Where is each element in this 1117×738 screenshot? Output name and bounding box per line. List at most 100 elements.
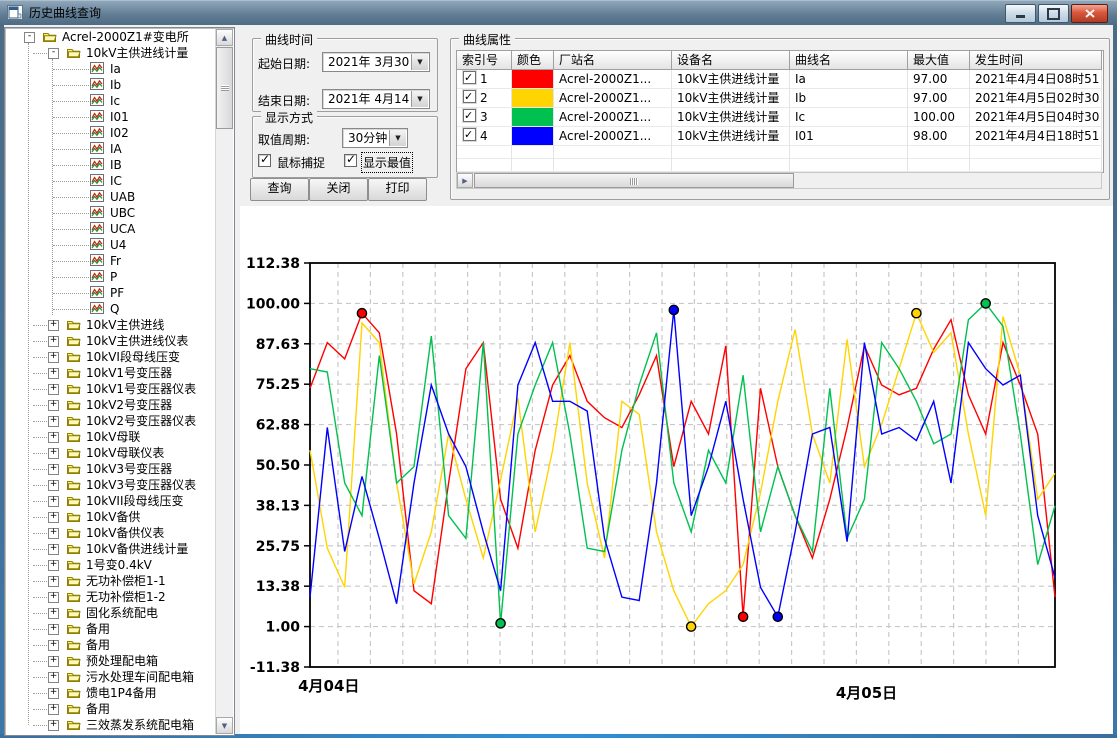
- tree-expand-toggle[interactable]: +: [48, 656, 59, 667]
- column-header[interactable]: 颜色: [512, 51, 554, 70]
- scroll-right-arrow-icon[interactable]: ▶: [457, 173, 473, 188]
- print-button[interactable]: 打印: [368, 178, 427, 201]
- tree-expand-toggle[interactable]: +: [48, 560, 59, 571]
- tree-expand-toggle[interactable]: -: [48, 48, 59, 59]
- tree-node[interactable]: +10kV备供进线计量: [6, 541, 216, 557]
- table-row[interactable]: 4Acrel-2000Z1...10kV主供进线计量I0198.002021年4…: [457, 127, 1103, 146]
- tree-node[interactable]: +10kV备供: [6, 509, 216, 525]
- column-header[interactable]: 设备名: [672, 51, 790, 70]
- column-header[interactable]: 厂站名: [554, 51, 672, 70]
- minimize-button[interactable]: [1005, 4, 1036, 23]
- tree-expand-toggle[interactable]: +: [48, 544, 59, 555]
- tree-node[interactable]: +固化系统配电: [6, 605, 216, 621]
- tree-expand-toggle[interactable]: +: [48, 352, 59, 363]
- mouse-capture-checkbox[interactable]: [258, 154, 271, 167]
- tree-expand-toggle[interactable]: +: [48, 368, 59, 379]
- tree-expand-toggle[interactable]: +: [48, 464, 59, 475]
- row-checkbox[interactable]: [463, 71, 476, 84]
- row-checkbox[interactable]: [463, 109, 476, 122]
- tree-node[interactable]: UAB: [6, 189, 216, 205]
- tree-node[interactable]: Ia: [6, 61, 216, 77]
- tree-vertical-scrollbar[interactable]: ▲ ▼: [215, 29, 233, 734]
- column-header[interactable]: 最大值: [908, 51, 970, 70]
- tree-expand-toggle[interactable]: +: [48, 320, 59, 331]
- tree-expand-toggle[interactable]: +: [48, 672, 59, 683]
- tree-node[interactable]: +污水处理车间配电箱: [6, 669, 216, 685]
- tree-node[interactable]: U4: [6, 237, 216, 253]
- tree-node[interactable]: +备用: [6, 701, 216, 717]
- tree-node[interactable]: UBC: [6, 205, 216, 221]
- device-tree[interactable]: -Acrel-2000Z1#变电所-10kV主供进线计量IaIbIcI01I02…: [6, 29, 216, 734]
- tree-node[interactable]: I02: [6, 125, 216, 141]
- tree-node[interactable]: +无功补偿柜1-1: [6, 573, 216, 589]
- tree-node[interactable]: +10kV主供进线仪表: [6, 333, 216, 349]
- table-scrollbar-thumb[interactable]: [474, 173, 794, 188]
- tree-expand-toggle[interactable]: +: [48, 592, 59, 603]
- tree-expand-toggle[interactable]: +: [48, 384, 59, 395]
- tree-expand-toggle[interactable]: +: [48, 528, 59, 539]
- tree-node[interactable]: +10kV1号变压器仪表: [6, 381, 216, 397]
- tree-expand-toggle[interactable]: +: [48, 480, 59, 491]
- show-extremes-checkbox[interactable]: [344, 154, 357, 167]
- tree-node[interactable]: IC: [6, 173, 216, 189]
- tree-node[interactable]: +无功补偿柜1-2: [6, 589, 216, 605]
- scroll-down-arrow-icon[interactable]: ▼: [216, 717, 233, 734]
- tree-expand-toggle[interactable]: +: [48, 608, 59, 619]
- tree-node[interactable]: I01: [6, 109, 216, 125]
- tree-expand-toggle[interactable]: -: [24, 32, 35, 43]
- tree-expand-toggle[interactable]: +: [48, 688, 59, 699]
- tree-node[interactable]: +10kVI段母线压变: [6, 349, 216, 365]
- tree-node[interactable]: UCA: [6, 221, 216, 237]
- tree-expand-toggle[interactable]: +: [48, 720, 59, 731]
- tree-expand-toggle[interactable]: +: [48, 400, 59, 411]
- tree-node[interactable]: -10kV主供进线计量: [6, 45, 216, 61]
- tree-node[interactable]: +备用: [6, 637, 216, 653]
- tree-node[interactable]: PF: [6, 285, 216, 301]
- scroll-up-arrow-icon[interactable]: ▲: [216, 29, 233, 46]
- table-horizontal-scrollbar[interactable]: ◀ ▶: [456, 172, 1102, 189]
- period-dropdown-arrow-icon[interactable]: ▼: [389, 130, 406, 146]
- maximize-button[interactable]: [1038, 4, 1069, 23]
- column-header[interactable]: 发生时间: [970, 51, 1102, 70]
- tree-node[interactable]: +三效蒸发系统配电箱: [6, 717, 216, 733]
- tree-node[interactable]: +预处理配电箱: [6, 653, 216, 669]
- tree-scrollbar-thumb[interactable]: [216, 47, 233, 129]
- row-checkbox[interactable]: [463, 128, 476, 141]
- row-checkbox[interactable]: [463, 90, 476, 103]
- tree-node[interactable]: +10kV3号变压器仪表: [6, 477, 216, 493]
- close-button[interactable]: [1071, 4, 1108, 23]
- table-row[interactable]: 1Acrel-2000Z1...10kV主供进线计量Ia97.002021年4月…: [457, 70, 1103, 89]
- tree-node[interactable]: Ic: [6, 93, 216, 109]
- tree-node[interactable]: IA: [6, 141, 216, 157]
- start-date-picker[interactable]: 2021年 3月30 ▼: [322, 52, 430, 72]
- tree-expand-toggle[interactable]: +: [48, 448, 59, 459]
- tree-expand-toggle[interactable]: +: [48, 704, 59, 715]
- tree-node[interactable]: +10kV1号变压器: [6, 365, 216, 381]
- tree-node[interactable]: +10kV母联仪表: [6, 445, 216, 461]
- tree-node[interactable]: +10kV3号变压器: [6, 461, 216, 477]
- tree-node[interactable]: +备用: [6, 621, 216, 637]
- tree-node[interactable]: IB: [6, 157, 216, 173]
- tree-expand-toggle[interactable]: +: [48, 416, 59, 427]
- tree-expand-toggle[interactable]: +: [48, 576, 59, 587]
- tree-node[interactable]: +10kVII段母线压变: [6, 493, 216, 509]
- end-date-picker[interactable]: 2021年 4月14 ▼: [322, 89, 430, 109]
- tree-node[interactable]: +馈电1P4备用: [6, 685, 216, 701]
- curve-properties-table[interactable]: 索引号颜色厂站名设备名曲线名最大值发生时间1Acrel-2000Z1...10k…: [456, 50, 1104, 173]
- tree-node[interactable]: +10kV主供进线: [6, 317, 216, 333]
- start-date-dropdown-arrow-icon[interactable]: ▼: [411, 54, 428, 70]
- tree-expand-toggle[interactable]: +: [48, 512, 59, 523]
- tree-node[interactable]: -Acrel-2000Z1#变电所: [6, 29, 216, 45]
- tree-expand-toggle[interactable]: +: [48, 432, 59, 443]
- tree-expand-toggle[interactable]: +: [48, 624, 59, 635]
- column-header[interactable]: 曲线名: [790, 51, 908, 70]
- tree-node[interactable]: P: [6, 269, 216, 285]
- tree-node[interactable]: +10kV母联: [6, 429, 216, 445]
- tree-node[interactable]: +1号变0.4kV: [6, 557, 216, 573]
- tree-node[interactable]: Fr: [6, 253, 216, 269]
- query-button[interactable]: 查询: [250, 178, 309, 201]
- tree-expand-toggle[interactable]: +: [48, 336, 59, 347]
- table-row[interactable]: 3Acrel-2000Z1...10kV主供进线计量Ic100.002021年4…: [457, 108, 1103, 127]
- close-dialog-button[interactable]: 关闭: [309, 178, 368, 201]
- table-row[interactable]: 2Acrel-2000Z1...10kV主供进线计量Ib97.002021年4月…: [457, 89, 1103, 108]
